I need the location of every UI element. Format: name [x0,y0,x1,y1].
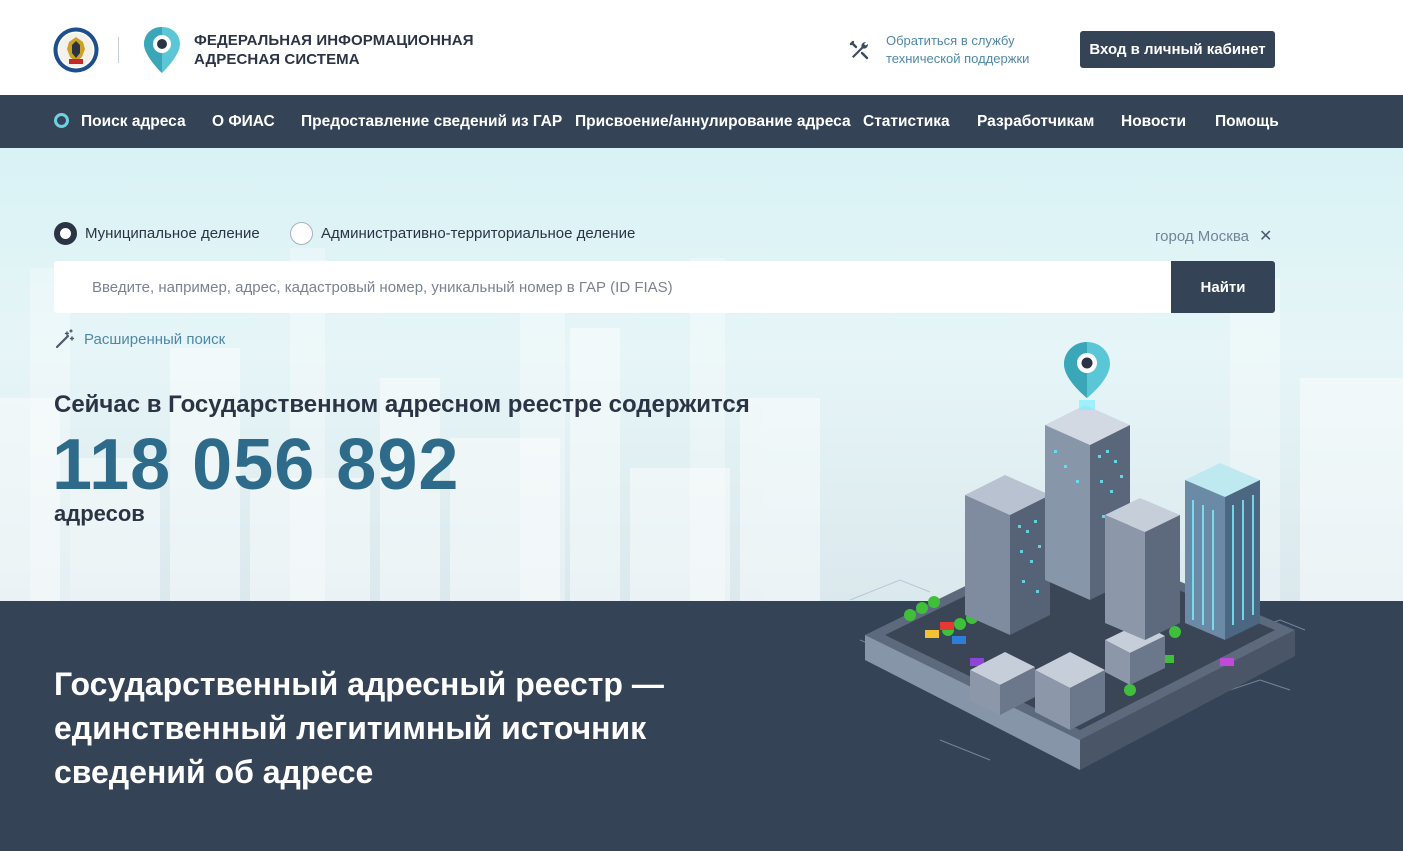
brand-line-1: ФЕДЕРАЛЬНАЯ ИНФОРМАЦИОННАЯ [194,32,474,49]
active-indicator-icon [54,113,69,128]
address-count: 118 056 892 [52,425,460,505]
nav-item-help[interactable]: Помощь [1215,95,1279,148]
nav-item-developers[interactable]: Разработчикам [977,95,1094,148]
registry-stats-title: Сейчас в Государственном адресном реестр… [54,391,750,418]
nav-item-address-assignment[interactable]: Присвоение/аннулирование адреса [575,95,851,148]
slogan-line-2: единственный легитимный источник [54,710,647,746]
header-divider [118,37,119,63]
nav-item-address-search[interactable]: Поиск адреса [54,95,186,148]
address-search-input[interactable] [54,261,1171,313]
login-button[interactable]: Вход в личный кабинет [1080,31,1275,68]
nav-item-statistics[interactable]: Статистика [863,95,950,148]
tools-icon [849,40,869,60]
radio-municipal-division[interactable]: Муниципальное деление [54,222,260,245]
nav-item-gar-info[interactable]: Предоставление сведений из ГАР [301,95,562,148]
support-line-2: технической поддержки [886,51,1030,66]
fns-emblem-icon[interactable] [53,27,99,73]
address-count-unit: адресов [54,501,145,526]
radio-label: Муниципальное деление [85,225,260,242]
main-nav: Поиск адреса О ФИАС Предоставление сведе… [0,95,1403,148]
isometric-city-illustration [849,342,1306,770]
close-icon[interactable]: ✕ [1259,226,1272,246]
nav-item-news[interactable]: Новости [1121,95,1186,148]
find-button[interactable]: Найти [1171,261,1275,313]
support-link[interactable]: Обратиться в службу технической поддержк… [848,32,1029,68]
slogan-line-3: сведений об адресе [54,754,374,790]
slogan-text: Государственный адресный реестр — единст… [54,662,754,794]
region-filter-label: город Москва [1155,227,1249,245]
radio-unchecked-icon [290,222,313,245]
map-pin-logo-icon[interactable] [142,25,182,75]
slogan-line-1: Государственный адресный реестр — [54,666,664,702]
site-header: ФЕДЕРАЛЬНАЯ ИНФОРМАЦИОННАЯ АДРЕСНАЯ СИСТ… [0,0,1403,95]
magic-wand-icon [55,329,75,349]
nav-item-about-fias[interactable]: О ФИАС [212,95,275,148]
advanced-search-label: Расширенный поиск [84,330,226,348]
advanced-search-link[interactable]: Расширенный поиск [54,328,225,350]
radio-administrative-division[interactable]: Административно-территориальное деление [290,222,635,245]
support-line-1: Обратиться в службу [886,33,1015,48]
region-filter[interactable]: город Москва ✕ [1155,226,1272,246]
radio-label: Административно-территориальное деление [321,225,636,242]
brand-line-2: АДРЕСНАЯ СИСТЕМА [194,51,360,68]
radio-checked-icon [54,222,77,245]
site-brand[interactable]: ФЕДЕРАЛЬНАЯ ИНФОРМАЦИОННАЯ АДРЕСНАЯ СИСТ… [194,31,474,69]
location-pin-icon [1064,342,1110,410]
nav-item-label: Поиск адреса [81,113,186,130]
